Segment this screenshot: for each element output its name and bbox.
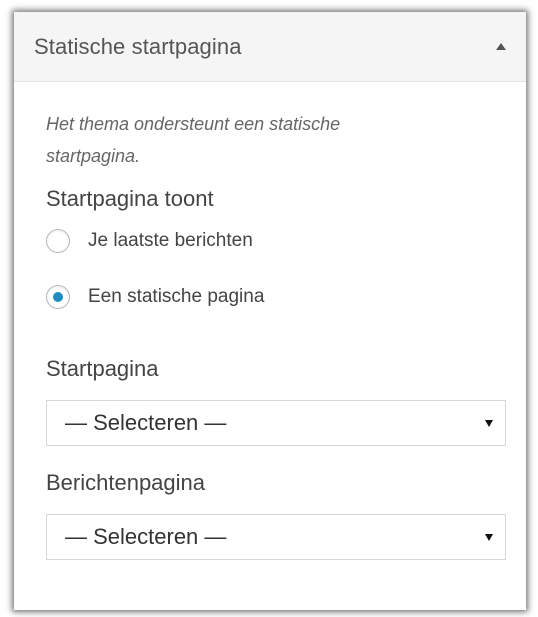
front-page-label: Startpagina bbox=[46, 356, 159, 381]
customizer-section-static-front-page: Statische startpagina Het thema onderste… bbox=[14, 12, 526, 610]
radio-button-static-page[interactable] bbox=[46, 285, 70, 309]
radio-label-static-page[interactable]: Een statische pagina bbox=[88, 286, 264, 308]
posts-page-select-value: — Selecteren — bbox=[65, 524, 227, 549]
section-title: Statische startpagina bbox=[34, 33, 242, 59]
posts-page-label: Berichtenpagina bbox=[46, 470, 206, 495]
radio-label-latest-posts[interactable]: Je laatste berichten bbox=[88, 230, 253, 252]
posts-page-select[interactable]: — Selecteren — bbox=[46, 514, 506, 560]
radio-option-static-page[interactable]: Een statische pagina bbox=[46, 282, 506, 312]
front-page-select-value: — Selecteren — bbox=[65, 410, 227, 435]
section-description: Het thema ondersteunt een statische star… bbox=[46, 114, 341, 166]
radio-option-latest-posts[interactable]: Je laatste berichten bbox=[46, 226, 506, 256]
triangle-up-icon[interactable] bbox=[496, 43, 506, 50]
radio-button-latest-posts[interactable] bbox=[46, 229, 70, 253]
radio-checked-dot bbox=[53, 292, 63, 302]
caret-down-icon bbox=[485, 419, 493, 427]
section-body: Het thema ondersteunt een statische star… bbox=[14, 108, 526, 560]
front-page-select[interactable]: — Selecteren — bbox=[46, 400, 506, 446]
front-page-displays-heading: Startpagina toont bbox=[46, 186, 214, 211]
caret-down-icon bbox=[485, 533, 493, 541]
section-header[interactable]: Statische startpagina bbox=[14, 12, 526, 82]
